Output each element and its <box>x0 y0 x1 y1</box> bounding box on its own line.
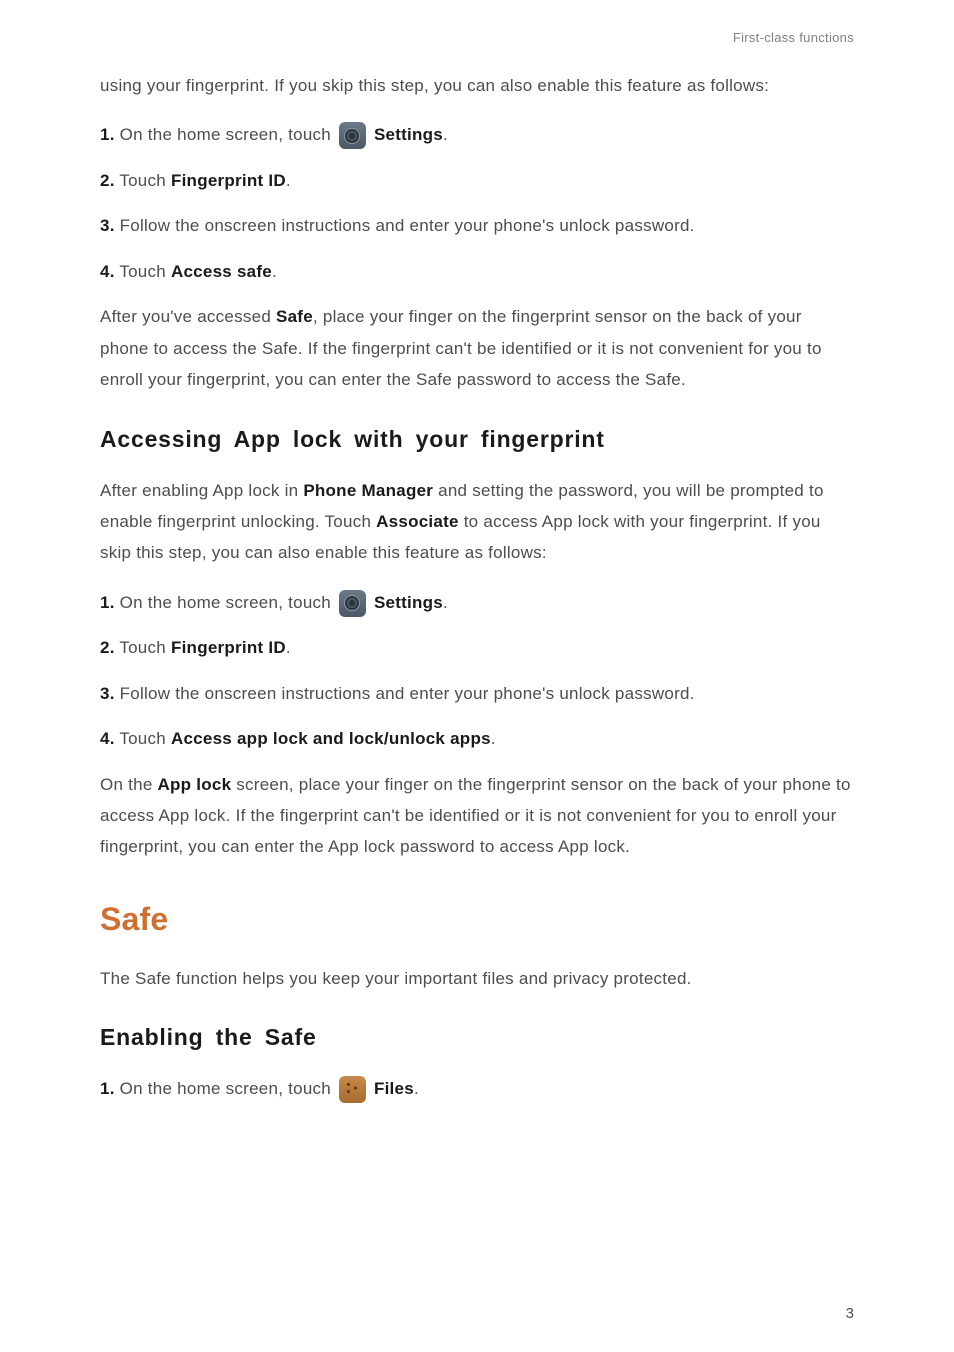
safe-intro: The Safe function helps you keep your im… <box>100 963 854 994</box>
step-number: 2. <box>100 638 115 657</box>
step-tail: . <box>491 729 496 748</box>
page-content: using your fingerprint. If you skip this… <box>100 70 854 1105</box>
heading-enabling-safe: Enabling the Safe <box>100 1024 854 1051</box>
step-tail: . <box>286 171 291 190</box>
para-text: After enabling App lock in <box>100 481 303 500</box>
step-text: On the home screen, touch <box>115 1079 336 1098</box>
after-a-paragraph: After you've accessed Safe, place your f… <box>100 301 854 395</box>
step-text: Touch <box>115 171 171 190</box>
para-bold: Safe <box>276 307 313 326</box>
step-number: 4. <box>100 262 115 281</box>
settings-icon <box>339 590 366 617</box>
files-icon <box>339 1076 366 1103</box>
step-b-1: 1. On the home screen, touch Settings. <box>100 587 854 618</box>
step-b-3: 3. Follow the onscreen instructions and … <box>100 678 854 709</box>
page-number: 3 <box>846 1305 854 1322</box>
step-number: 1. <box>100 125 115 144</box>
step-tail: . <box>443 125 448 144</box>
step-number: 1. <box>100 1079 115 1098</box>
section-header-label: First-class functions <box>733 30 854 45</box>
step-text: On the home screen, touch <box>115 593 336 612</box>
intro-paragraph: using your fingerprint. If you skip this… <box>100 70 854 101</box>
step-number: 2. <box>100 171 115 190</box>
safe-step-1: 1. On the home screen, touch Files. <box>100 1073 854 1104</box>
step-bold: Access safe <box>171 262 272 281</box>
step-tail: . <box>286 638 291 657</box>
step-tail: . <box>272 262 277 281</box>
step-text: Touch <box>115 729 171 748</box>
step-a-4: 4. Touch Access safe. <box>100 256 854 287</box>
step-a-1: 1. On the home screen, touch Settings. <box>100 119 854 150</box>
step-b-4: 4. Touch Access app lock and lock/unlock… <box>100 723 854 754</box>
step-bold: Files <box>374 1079 414 1098</box>
para-text: After you've accessed <box>100 307 276 326</box>
step-number: 3. <box>100 684 115 703</box>
step-bold: Access app lock and lock/unlock apps <box>171 729 491 748</box>
step-text: Follow the onscreen instructions and ent… <box>115 684 695 703</box>
step-number: 3. <box>100 216 115 235</box>
step-text: Touch <box>115 262 171 281</box>
para-text: On the <box>100 775 158 794</box>
step-text: On the home screen, touch <box>115 125 336 144</box>
heading-safe: Safe <box>100 901 854 938</box>
step-b-2: 2. Touch Fingerprint ID. <box>100 632 854 663</box>
para-bold: Associate <box>376 512 459 531</box>
step-bold: Settings <box>374 593 443 612</box>
settings-icon <box>339 122 366 149</box>
step-text: Touch <box>115 638 171 657</box>
after-b-paragraph: On the App lock screen, place your finge… <box>100 769 854 863</box>
step-bold: Fingerprint ID <box>171 638 286 657</box>
intro-b-paragraph: After enabling App lock in Phone Manager… <box>100 475 854 569</box>
step-text: Follow the onscreen instructions and ent… <box>115 216 695 235</box>
step-tail: . <box>414 1079 419 1098</box>
para-bold: App lock <box>158 775 232 794</box>
step-number: 4. <box>100 729 115 748</box>
step-bold: Fingerprint ID <box>171 171 286 190</box>
step-number: 1. <box>100 593 115 612</box>
step-tail: . <box>443 593 448 612</box>
heading-accessing-app-lock: Accessing App lock with your fingerprint <box>100 426 854 453</box>
step-bold: Settings <box>374 125 443 144</box>
step-a-2: 2. Touch Fingerprint ID. <box>100 165 854 196</box>
step-a-3: 3. Follow the onscreen instructions and … <box>100 210 854 241</box>
para-bold: Phone Manager <box>303 481 433 500</box>
